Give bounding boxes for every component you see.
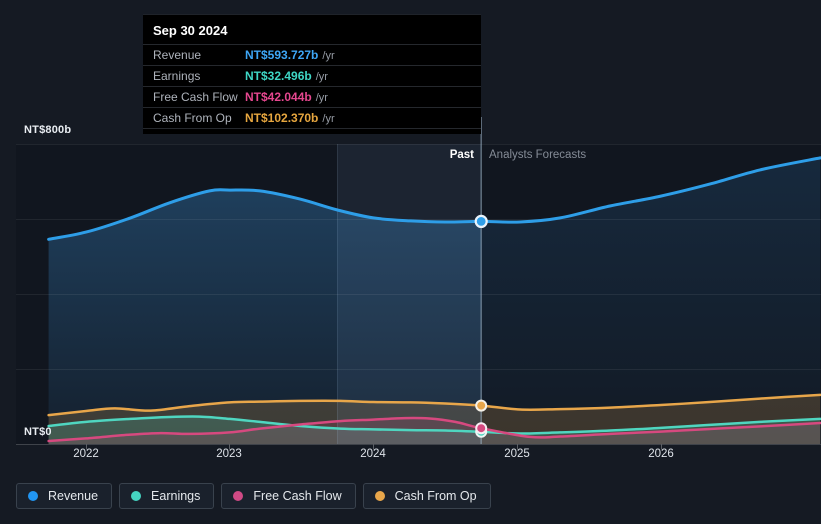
legend-label: Free Cash Flow <box>253 489 342 503</box>
earnings-revenue-growth-chart: NT$800b NT$0 2022 2023 2024 2025 2026 Pa… <box>0 0 821 524</box>
legend-label: Cash From Op <box>394 489 477 503</box>
tooltip-suffix: /yr <box>322 50 335 62</box>
tooltip-label: Free Cash Flow <box>153 90 238 104</box>
tooltip-value: NT$593.727b <box>245 48 319 62</box>
tooltip-row-free-cash-flow: Free Cash Flow NT$42.044b /yr <box>143 86 481 107</box>
x-tick-2024: 2024 <box>360 448 386 460</box>
y-axis-label-zero: NT$0 <box>24 426 52 438</box>
tooltip-label: Revenue <box>153 48 202 62</box>
legend-button-free-cash-flow[interactable]: Free Cash Flow <box>221 483 356 509</box>
tooltip-suffix: /yr <box>315 92 328 104</box>
past-section-label: Past <box>449 149 474 161</box>
cashop-marker[interactable] <box>475 399 488 412</box>
tooltip-row-earnings: Earnings NT$32.496b /yr <box>143 65 481 86</box>
revenue-marker[interactable] <box>474 214 488 228</box>
tooltip-suffix: /yr <box>322 113 335 125</box>
legend-button-revenue[interactable]: Revenue <box>16 483 113 509</box>
tooltip-row-revenue: Revenue NT$593.727b /yr <box>143 44 481 65</box>
earnings-dot-icon <box>131 491 142 501</box>
x-tick-2026: 2026 <box>648 448 674 460</box>
legend-button-cash-from-op[interactable]: Cash From Op <box>362 483 491 509</box>
tooltip-row-cash-from-op: Cash From Op NT$102.370b /yr <box>143 107 481 128</box>
tooltip-date: Sep 30 2024 <box>153 23 228 38</box>
x-tick-2022: 2022 <box>73 448 99 460</box>
chart-legend: Revenue Earnings Free Cash Flow Cash Fro… <box>16 483 491 509</box>
hover-tooltip: Sep 30 2024 Revenue NT$593.727b /yr Earn… <box>143 14 481 134</box>
tooltip-value: NT$102.370b <box>245 111 319 125</box>
tooltip-label: Cash From Op <box>153 111 232 125</box>
tooltip-value: NT$32.496b <box>245 69 312 83</box>
x-tick-2025: 2025 <box>504 448 530 460</box>
tooltip-suffix: /yr <box>315 71 328 83</box>
tooltip-bottom-edge <box>143 128 481 134</box>
free-cash-flow-dot-icon <box>233 491 244 501</box>
legend-label: Earnings <box>151 489 201 503</box>
cash-from-op-dot-icon <box>374 491 385 501</box>
tooltip-value: NT$42.044b <box>245 90 312 104</box>
forecast-section-label: Analysts Forecasts <box>489 149 587 161</box>
legend-label: Revenue <box>48 489 99 503</box>
x-tick-2023: 2023 <box>216 448 242 460</box>
revenue-dot-icon <box>28 491 38 501</box>
y-axis-label-top: NT$800b <box>24 124 72 136</box>
fcf-marker[interactable] <box>475 422 488 435</box>
legend-button-earnings[interactable]: Earnings <box>119 483 215 509</box>
tooltip-label: Earnings <box>153 69 201 83</box>
